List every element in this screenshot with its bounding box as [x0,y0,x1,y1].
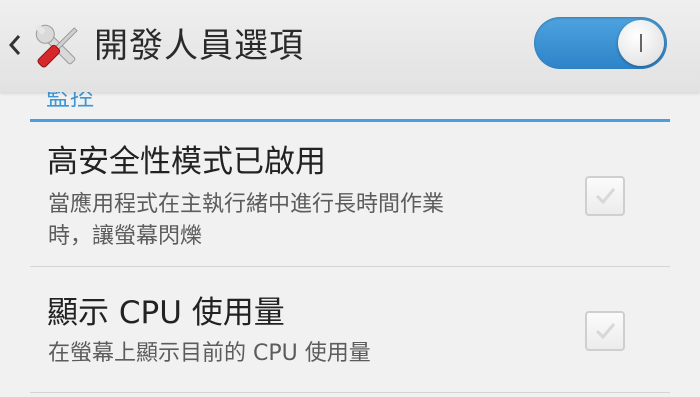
action-bar: 開發人員選項 [0,0,700,92]
developer-options-toggle[interactable] [534,17,667,69]
page-title: 開發人員選項 [94,26,304,66]
strict-mode-summary-line1: 當應用程式在主執行緒中進行長時間作業 [48,192,445,217]
strict-mode-summary-line2: 時，讓螢幕閃爍 [48,224,203,249]
check-icon [595,188,616,205]
row-divider [30,266,670,267]
row-divider [30,392,670,393]
chevron-left-icon[interactable] [6,28,24,62]
toggle-knob[interactable] [618,20,664,66]
check-icon [595,323,616,340]
strict-mode-checkbox[interactable] [585,176,625,216]
show-cpu-usage-title[interactable]: 顯示 CPU 使用量 [47,293,285,333]
section-divider [30,119,670,122]
strict-mode-title[interactable]: 高安全性模式已啟用 [47,142,326,182]
show-cpu-usage-summary: 在螢幕上顯示目前的 CPU 使用量 [48,341,371,366]
show-cpu-usage-checkbox[interactable] [585,311,625,351]
tools-icon [29,18,87,76]
